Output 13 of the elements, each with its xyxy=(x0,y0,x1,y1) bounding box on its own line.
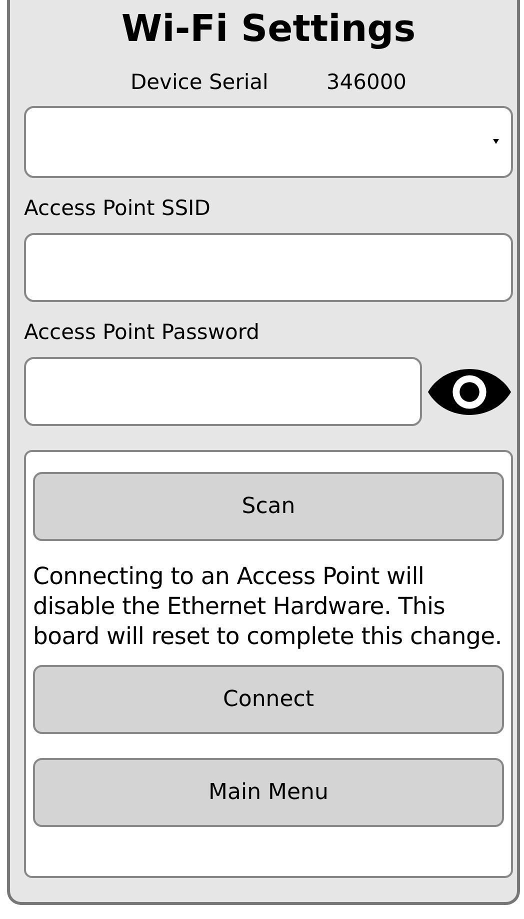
action-button[interactable]: Main Menu xyxy=(33,758,504,827)
page-title: Wi-Fi Settings xyxy=(120,6,417,52)
warning-text: Connecting to an Access Point will disable the Ethernet Hardware. This board will reset to complete this change. xyxy=(33,561,503,651)
field-label: Access Point Password xyxy=(24,319,260,346)
password-field[interactable] xyxy=(24,357,422,426)
serial-label: Device Serial xyxy=(130,70,268,94)
field-label: Access Point SSID xyxy=(24,195,212,222)
action-button[interactable]: Scan xyxy=(33,472,504,541)
action-button[interactable]: Connect xyxy=(33,665,504,734)
serial-value: 346000 xyxy=(326,70,407,94)
caret-icon xyxy=(493,139,499,144)
ssid-field[interactable] xyxy=(24,233,513,302)
network-dropdown[interactable] xyxy=(24,106,513,178)
